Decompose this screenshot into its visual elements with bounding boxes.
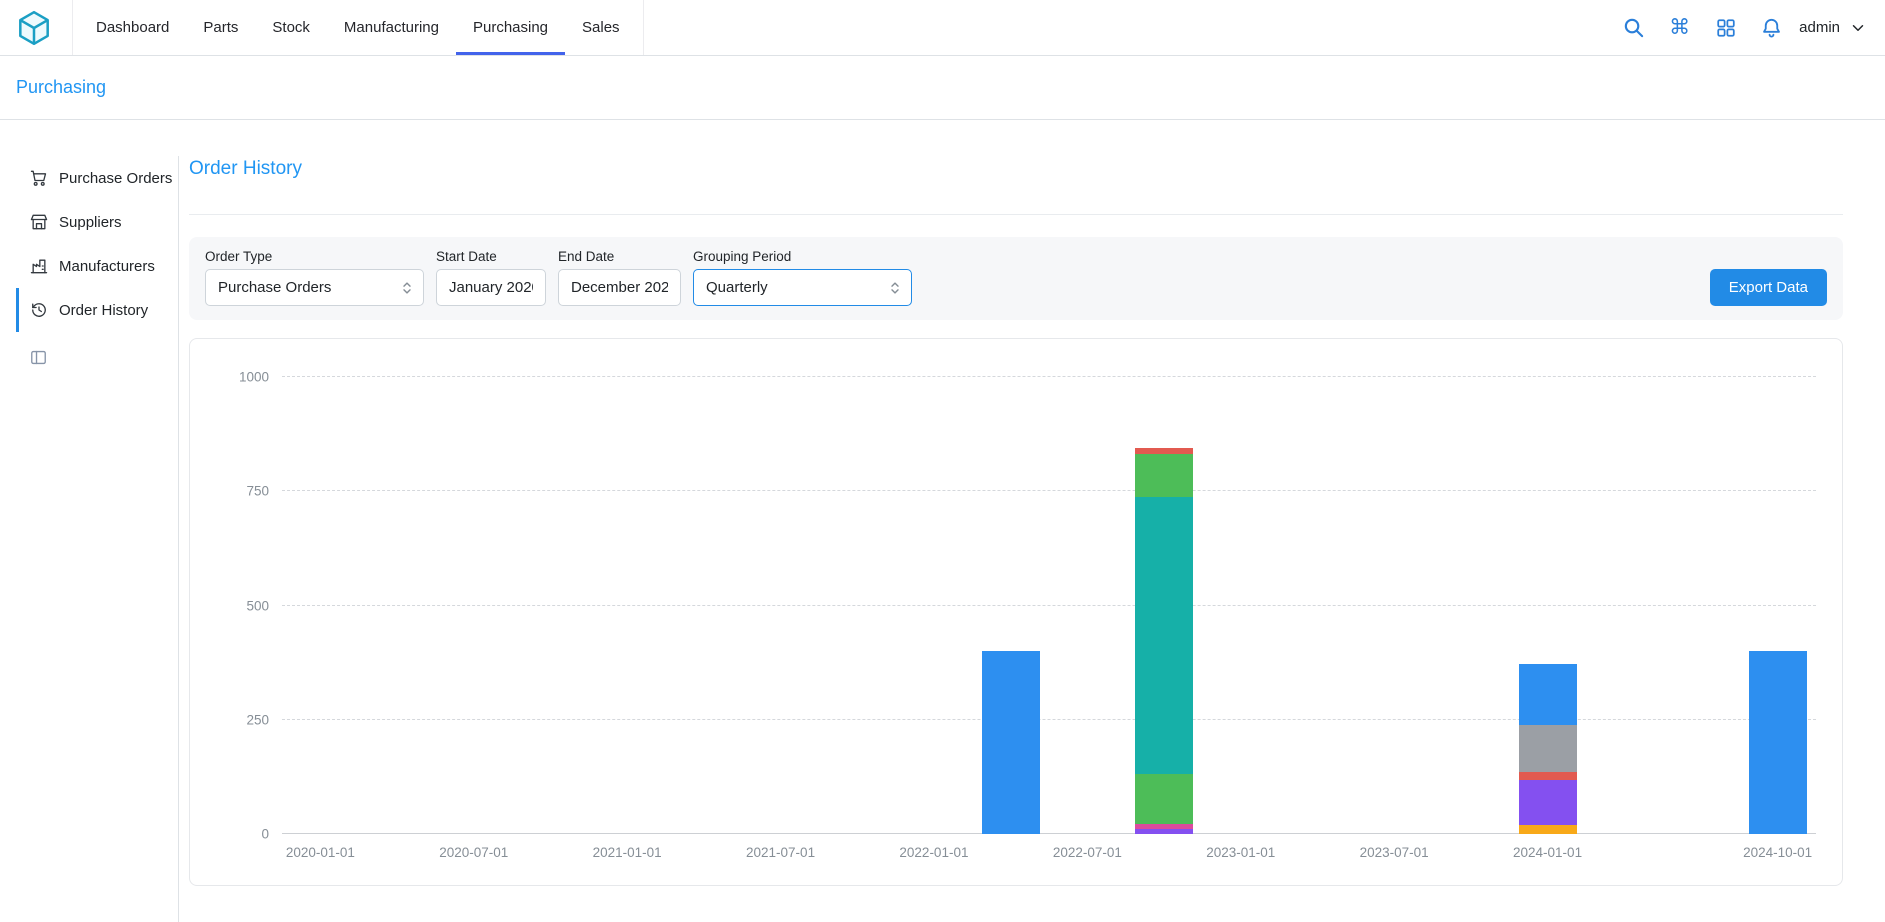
stacked-bar-2024-01-01 bbox=[1519, 377, 1577, 834]
end-date-input[interactable] bbox=[558, 269, 681, 306]
x-axis-tick-label: 2024-01-01 bbox=[1513, 845, 1582, 860]
bar-segment bbox=[982, 651, 1040, 834]
end-date-field: End Date bbox=[558, 249, 681, 306]
tab-dashboard[interactable]: Dashboard bbox=[79, 0, 186, 55]
y-axis-tick-label: 750 bbox=[246, 484, 269, 499]
chevron-updown-icon bbox=[886, 279, 904, 297]
x-axis-tick-label: 2022-07-01 bbox=[1053, 845, 1122, 860]
gridline bbox=[282, 376, 1816, 377]
top-navbar: Dashboard Parts Stock Manufacturing Purc… bbox=[0, 0, 1885, 56]
bar-segment bbox=[1519, 725, 1577, 773]
sidebar-item-label: Purchase Orders bbox=[59, 170, 172, 187]
sidebar-item-label: Order History bbox=[59, 302, 148, 319]
tab-purchasing[interactable]: Purchasing bbox=[456, 0, 565, 55]
y-axis-tick-label: 500 bbox=[246, 598, 269, 613]
gridline bbox=[282, 605, 1816, 606]
gridline bbox=[282, 833, 1816, 834]
x-axis-tick-label: 2022-01-01 bbox=[899, 845, 968, 860]
sidebar-item-label: Manufacturers bbox=[59, 258, 155, 275]
sidebar: Purchase Orders Suppliers Manufacturers bbox=[16, 156, 179, 922]
main-panel: Order History Order Type Purchase Orders… bbox=[189, 156, 1843, 922]
bell-icon[interactable] bbox=[1760, 16, 1783, 39]
order-type-value: Purchase Orders bbox=[218, 279, 331, 296]
export-data-button[interactable]: Export Data bbox=[1710, 269, 1827, 306]
end-date-label: End Date bbox=[558, 249, 681, 264]
x-axis-tick-label: 2020-01-01 bbox=[286, 845, 355, 860]
bar-segment bbox=[1135, 774, 1193, 824]
main-nav-tabs: Dashboard Parts Stock Manufacturing Purc… bbox=[72, 0, 644, 55]
tab-sales[interactable]: Sales bbox=[565, 0, 637, 55]
x-axis-tick-label: 2021-01-01 bbox=[593, 845, 662, 860]
page-content: Purchase Orders Suppliers Manufacturers bbox=[0, 120, 1885, 922]
start-date-label: Start Date bbox=[436, 249, 546, 264]
navbar-action-icons: ⌘ bbox=[1622, 16, 1783, 39]
bar-segment bbox=[1519, 664, 1577, 725]
grouping-period-select[interactable]: Quarterly bbox=[693, 269, 912, 306]
grouping-period-label: Grouping Period bbox=[693, 249, 912, 264]
shopping-cart-icon bbox=[29, 168, 49, 188]
sidebar-item-manufacturers[interactable]: Manufacturers bbox=[16, 244, 178, 288]
start-date-input[interactable] bbox=[436, 269, 546, 306]
user-menu[interactable]: admin bbox=[1799, 19, 1867, 37]
gridline bbox=[282, 490, 1816, 491]
x-axis-tick-label: 2023-01-01 bbox=[1206, 845, 1275, 860]
order-history-chart-card: 0 250 500 750 1000 2020-01-01 2020-07-01 2021-0… bbox=[189, 338, 1843, 886]
bar-segment bbox=[1519, 825, 1577, 834]
bar-segment bbox=[1135, 497, 1193, 773]
sidebar-item-suppliers[interactable]: Suppliers bbox=[16, 200, 178, 244]
breadcrumb: Purchasing bbox=[0, 56, 1885, 120]
chart-plot: 025050075010002020-01-012020-07-012021-0… bbox=[282, 377, 1816, 834]
gridline bbox=[282, 719, 1816, 720]
building-factory-icon bbox=[29, 256, 49, 276]
building-store-icon bbox=[29, 212, 49, 232]
grouping-period-field: Grouping Period Quarterly bbox=[693, 249, 912, 306]
command-glyph: ⌘ bbox=[1669, 17, 1690, 38]
order-type-select[interactable]: Purchase Orders bbox=[205, 269, 424, 306]
sidebar-item-order-history[interactable]: Order History bbox=[16, 288, 178, 332]
sidebar-collapse-icon[interactable] bbox=[29, 348, 49, 368]
x-axis-tick-label: 2024-10-01 bbox=[1743, 845, 1812, 860]
inventree-logo-icon[interactable] bbox=[16, 10, 52, 46]
bar-segment bbox=[1519, 780, 1577, 825]
bar-segment bbox=[1135, 454, 1193, 497]
tab-manufacturing[interactable]: Manufacturing bbox=[327, 0, 456, 55]
x-axis-tick-label: 2020-07-01 bbox=[439, 845, 508, 860]
search-icon[interactable] bbox=[1622, 16, 1645, 39]
chevron-updown-icon bbox=[398, 279, 416, 297]
y-axis-tick-label: 1000 bbox=[239, 370, 269, 385]
stacked-bar-2022-10-01 bbox=[1135, 377, 1193, 834]
filter-bar: Order Type Purchase Orders Start Date En… bbox=[189, 237, 1843, 320]
command-icon[interactable]: ⌘ bbox=[1668, 16, 1691, 39]
start-date-field: Start Date bbox=[436, 249, 546, 306]
stacked-bar-2022-04-01 bbox=[982, 377, 1040, 834]
sidebar-item-label: Suppliers bbox=[59, 214, 122, 231]
chevron-down-icon bbox=[1849, 19, 1867, 37]
breadcrumb-purchasing[interactable]: Purchasing bbox=[16, 77, 106, 98]
grouping-period-value: Quarterly bbox=[706, 279, 768, 296]
tab-stock[interactable]: Stock bbox=[255, 0, 327, 55]
page-title: Order History bbox=[189, 158, 1843, 180]
order-type-field: Order Type Purchase Orders bbox=[205, 249, 424, 306]
stacked-bar-2024-10-01 bbox=[1749, 377, 1807, 834]
tab-parts[interactable]: Parts bbox=[186, 0, 255, 55]
bar-segment bbox=[1135, 829, 1193, 834]
x-axis-tick-label: 2023-07-01 bbox=[1360, 845, 1429, 860]
qr-code-icon[interactable] bbox=[1714, 16, 1737, 39]
user-name: admin bbox=[1799, 19, 1840, 36]
y-axis-tick-label: 250 bbox=[246, 712, 269, 727]
y-axis-tick-label: 0 bbox=[261, 827, 269, 842]
bar-segment bbox=[1519, 772, 1577, 780]
sidebar-item-purchase-orders[interactable]: Purchase Orders bbox=[16, 156, 178, 200]
bar-segment bbox=[1749, 651, 1807, 834]
divider bbox=[189, 214, 1843, 215]
order-type-label: Order Type bbox=[205, 249, 424, 264]
x-axis-tick-label: 2021-07-01 bbox=[746, 845, 815, 860]
history-icon bbox=[29, 300, 49, 320]
